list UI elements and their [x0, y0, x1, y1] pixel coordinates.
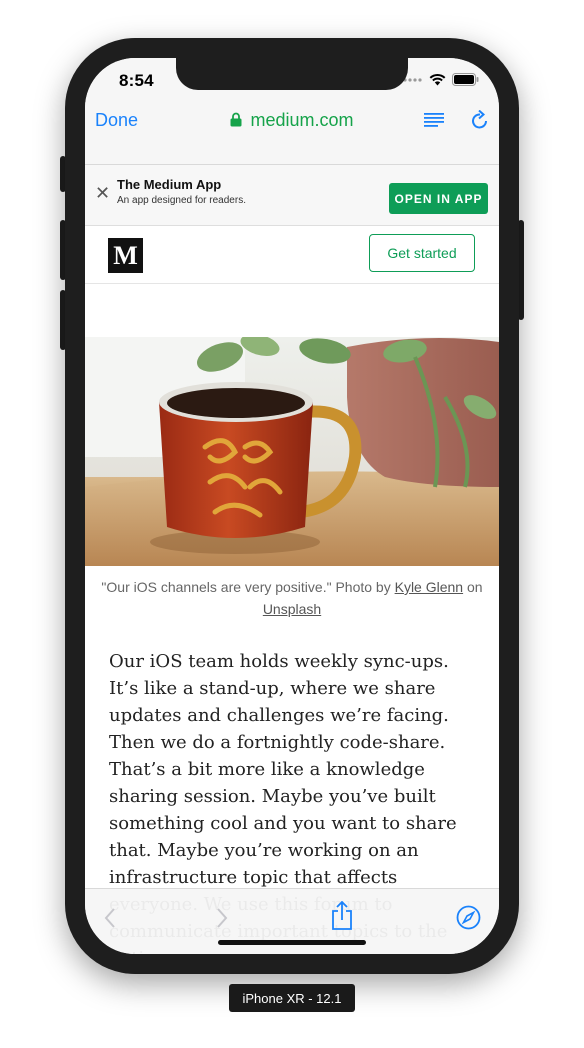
safari-compass-icon[interactable]	[456, 905, 481, 930]
site-header: M Get started	[85, 226, 499, 284]
unsplash-link[interactable]: Unsplash	[263, 601, 321, 617]
browser-top-bar: 8:54 Done medium.com	[85, 58, 499, 165]
home-indicator[interactable]	[218, 940, 366, 945]
lock-icon	[230, 112, 242, 127]
hero-image	[85, 337, 499, 566]
caption-on: on	[463, 579, 483, 595]
status-time: 8:54	[119, 71, 154, 90]
status-icons	[403, 73, 479, 86]
notch	[176, 58, 408, 90]
reload-icon[interactable]	[471, 110, 489, 130]
back-icon[interactable]	[103, 907, 117, 929]
iphone-frame: 8:54 Done medium.com ✕ The Medium App An…	[65, 38, 519, 974]
photographer-link[interactable]: Kyle Glenn	[395, 579, 463, 595]
get-started-button[interactable]: Get started	[369, 234, 475, 272]
battery-icon	[452, 73, 479, 86]
app-install-banner: ✕ The Medium App An app designed for rea…	[85, 165, 499, 226]
share-icon[interactable]	[331, 901, 353, 931]
wifi-icon	[429, 73, 446, 86]
banner-title: The Medium App	[117, 177, 222, 192]
caption-quote: "Our iOS channels are very positive." Ph…	[101, 579, 395, 595]
signal-icon	[403, 77, 422, 82]
reader-view-icon[interactable]	[423, 112, 445, 128]
phone-screen: 8:54 Done medium.com ✕ The Medium App An…	[85, 58, 499, 954]
forward-icon[interactable]	[215, 907, 229, 929]
medium-logo[interactable]: M	[108, 238, 143, 273]
url-text: medium.com	[250, 110, 354, 130]
close-icon[interactable]: ✕	[95, 183, 110, 204]
device-label: iPhone XR - 12.1	[229, 984, 355, 1012]
open-in-app-button[interactable]: OPEN IN APP	[389, 183, 488, 214]
banner-subtitle: An app designed for readers.	[117, 195, 246, 206]
image-caption: "Our iOS channels are very positive." Ph…	[95, 576, 489, 620]
